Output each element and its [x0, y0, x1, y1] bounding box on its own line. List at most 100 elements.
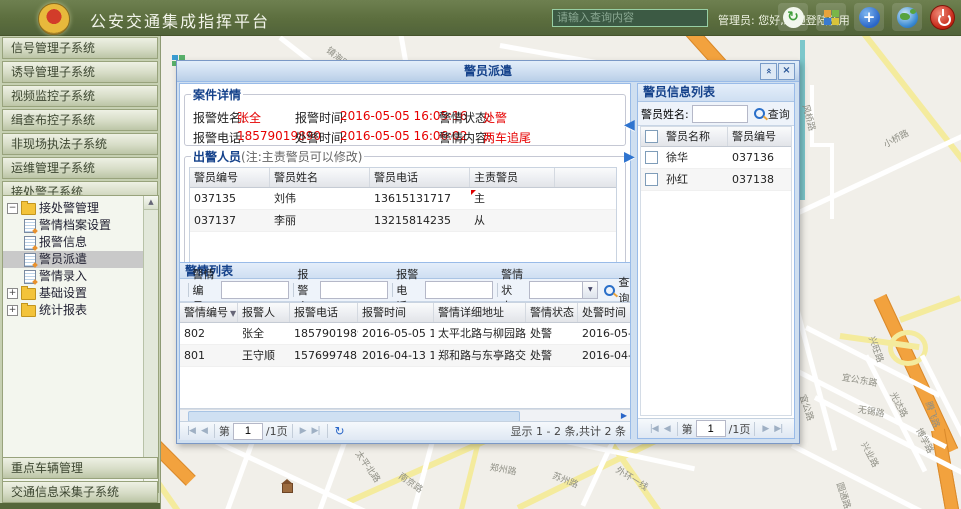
sidebar-item-key-vehicles[interactable]: 重点车辆管理 — [2, 457, 158, 479]
phone-input[interactable] — [425, 281, 493, 299]
toolbar-separator — [754, 422, 755, 436]
column-header[interactable]: 主责警员 — [470, 168, 555, 187]
chevron-down-icon[interactable]: ▼ — [583, 281, 598, 299]
sort-desc-icon: ▼ — [230, 309, 236, 318]
tree-node-label: 基础设置 — [39, 285, 87, 302]
column-header[interactable]: 警员电话 — [370, 168, 470, 187]
officer-pager: |◀ ◀ 第 /1页 ▶ ▶| — [638, 418, 794, 438]
expand-toggle-icon[interactable]: + — [7, 288, 18, 299]
apps-grid-icon[interactable] — [816, 3, 846, 31]
add-icon[interactable]: + — [854, 3, 884, 31]
column-header[interactable]: 报警时间 — [358, 303, 434, 322]
incident-row[interactable]: 801 王守顺 15769974813 2016-04-13 12:... 郑和… — [180, 345, 630, 367]
column-header[interactable]: 警员编号 — [728, 127, 791, 146]
transfer-left-icon[interactable]: ◀ — [624, 117, 635, 133]
cell-lead-flag[interactable]: 主 — [470, 188, 555, 209]
refresh-icon[interactable]: ↻ — [778, 3, 808, 31]
prev-page-icon[interactable]: ◀ — [201, 426, 207, 436]
sidebar-item-video[interactable]: 视频监控子系统 — [2, 85, 158, 107]
column-header[interactable]: 警员编号 — [190, 168, 270, 187]
sidebar-item-signal[interactable]: 信号管理子系统 — [2, 37, 158, 59]
column-label: 警情编号 — [184, 306, 228, 319]
tree-node-statistics[interactable]: + 统计报表 — [3, 302, 158, 319]
officer-name-input[interactable] — [692, 105, 748, 123]
dispatch-legend: 出警人员(注:主责警员可以修改) — [191, 148, 364, 165]
column-header[interactable]: 报警人 — [238, 303, 290, 322]
collapse-dialog-icon[interactable]: « — [760, 63, 777, 80]
tree-leaf-alarm-info[interactable]: 报警信息 — [3, 234, 158, 251]
column-header-sorted[interactable]: 警情编号▼ — [180, 303, 238, 322]
cell-lead-flag[interactable]: 从 — [470, 210, 555, 231]
sidebar-item-checkpoint[interactable]: 缉查布控子系统 — [2, 109, 158, 131]
global-search-input[interactable] — [552, 9, 708, 27]
next-page-icon[interactable]: ▶ — [762, 424, 768, 434]
refresh-list-icon[interactable]: ↻ — [335, 424, 344, 438]
toolbar-separator — [497, 283, 498, 297]
first-page-icon[interactable]: |◀ — [650, 424, 658, 434]
column-header-filler — [555, 168, 616, 187]
officer-dispatch-dialog: 警员派遣 « × 案件详情 报警姓名: 张全 报警时间: 2016-05-05 … — [176, 60, 800, 444]
sidebar-item-offsite[interactable]: 非现场执法子系统 — [2, 133, 158, 155]
officer-name-label: 警员姓名: — [641, 106, 689, 122]
globe-icon[interactable] — [892, 3, 922, 31]
reporter-input[interactable] — [320, 281, 388, 299]
first-page-icon[interactable]: |◀ — [187, 426, 195, 436]
dispatch-tree-panel: − 接处警管理 警情档案设置 报警信息 警员派遣 警情录入 + — [2, 195, 159, 493]
tree-leaf-incident-entry[interactable]: 警情录入 — [3, 268, 158, 285]
search-icon[interactable] — [604, 285, 615, 296]
column-header[interactable]: 警情状态 — [526, 303, 578, 322]
recycle-glyph: ↻ — [783, 7, 804, 28]
power-logout-icon[interactable] — [930, 5, 955, 30]
cell-phone: 15769974813 — [290, 345, 358, 366]
page-number-input[interactable] — [233, 423, 263, 440]
status-select[interactable]: ▼ — [529, 281, 598, 299]
close-dialog-icon[interactable]: × — [778, 63, 795, 80]
sidebar-item-guidance[interactable]: 诱导管理子系统 — [2, 61, 158, 83]
last-page-icon[interactable]: ▶| — [774, 424, 782, 434]
officer-search-button[interactable]: 查询 — [768, 106, 790, 122]
row-checkbox[interactable] — [645, 151, 658, 164]
cell-reporter: 王守顺 — [238, 345, 290, 366]
app-root: 镇海路 风桥路 小桥路 兴旺路 宜公东路 宜公路 无锡路 光达路 腾飞路 博学路… — [0, 0, 961, 509]
page-number-input[interactable] — [696, 420, 726, 437]
tree-scrollbar[interactable]: ▲ ▼ — [143, 196, 158, 492]
sidebar-item-traffic-info[interactable]: 交通信息采集子系统 — [2, 481, 158, 503]
tree-node-dispatch-mgmt[interactable]: − 接处警管理 — [3, 200, 158, 217]
last-page-icon[interactable]: ▶| — [312, 426, 320, 436]
officer-row[interactable]: 孙红 037138 — [641, 169, 791, 191]
officer-grid: 警员名称 警员编号 徐华 037136 孙红 037138 — [640, 126, 792, 416]
tree-leaf-label: 警情档案设置 — [39, 217, 111, 234]
officer-row[interactable]: 徐华 037136 — [641, 147, 791, 169]
sidebar-item-maintenance[interactable]: 运维管理子系统 — [2, 157, 158, 179]
column-header[interactable]: 警员名称 — [662, 127, 728, 146]
tree-node-basic-settings[interactable]: + 基础设置 — [3, 285, 158, 302]
sidebar-footer-strip — [0, 503, 160, 509]
incident-row[interactable]: 802 张全 18579019890 2016-05-05 16:... 太平北… — [180, 323, 630, 345]
scroll-up-icon[interactable]: ▲ — [144, 196, 158, 210]
scroll-right-icon[interactable]: ▶ — [618, 410, 630, 421]
toolbar-separator — [677, 422, 678, 436]
toolbar-separator — [327, 424, 328, 438]
prev-page-icon[interactable]: ◀ — [664, 424, 670, 434]
cell-officer-id: 037135 — [190, 188, 270, 209]
dispatch-row[interactable]: 037137 李丽 13215814235 从 — [190, 210, 616, 232]
next-page-icon[interactable]: ▶ — [300, 426, 306, 436]
dispatch-row[interactable]: 037135 刘伟 13615131717 主 — [190, 188, 616, 210]
collapse-toggle-icon[interactable]: − — [7, 203, 18, 214]
column-header[interactable]: 处警时间 — [578, 303, 630, 322]
search-icon[interactable] — [754, 108, 765, 119]
column-header[interactable]: 警情详细地址 — [434, 303, 526, 322]
select-all-checkbox[interactable] — [645, 130, 658, 143]
row-checkbox[interactable] — [645, 173, 658, 186]
map-road-label: 圆通路 — [834, 480, 855, 509]
expand-toggle-icon[interactable]: + — [7, 305, 18, 316]
tree-leaf-officer-dispatch[interactable]: 警员派遣 — [3, 251, 158, 268]
column-header[interactable]: 报警电话 — [290, 303, 358, 322]
tree-leaf-archive-settings[interactable]: 警情档案设置 — [3, 217, 158, 234]
incident-id-input[interactable] — [221, 281, 289, 299]
transfer-right-icon[interactable]: ▶ — [624, 149, 635, 165]
officer-search-toolbar: 警员姓名: 查询 — [638, 102, 794, 126]
dialog-titlebar[interactable]: 警员派遣 — [177, 61, 799, 82]
status-select-input[interactable] — [529, 281, 583, 299]
column-header[interactable]: 警员姓名 — [270, 168, 370, 187]
